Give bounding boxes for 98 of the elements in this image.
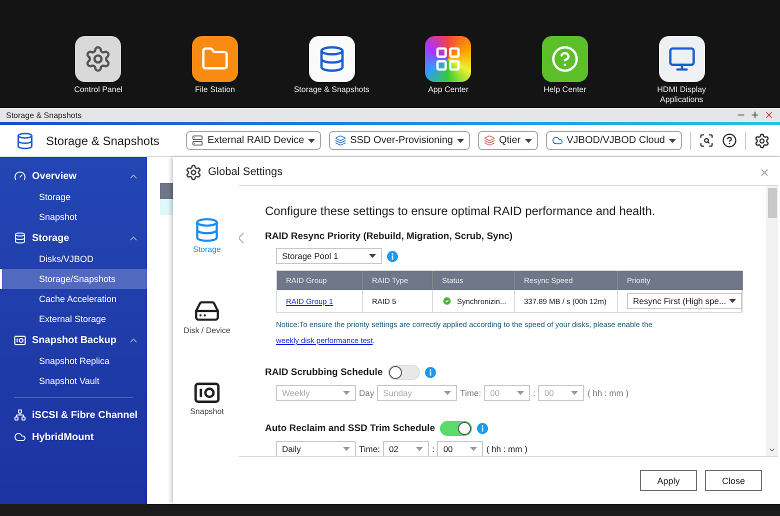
app-title: Storage & Snapshots — [46, 134, 160, 148]
toolbar-dropdown[interactable]: SSD Over-Provisioning — [329, 131, 470, 150]
dialog-button[interactable]: Close — [705, 470, 762, 491]
settings-icon[interactable] — [754, 132, 770, 148]
maximize-icon[interactable] — [750, 110, 760, 120]
caret-icon — [416, 447, 423, 451]
time-format-hint: ( hh : mm ) — [486, 444, 528, 454]
caret-icon — [343, 391, 350, 395]
section-heading: RAID Scrubbing Schedule — [265, 367, 383, 378]
time-label: Time: — [460, 388, 482, 398]
database-icon — [318, 45, 346, 73]
time-format-hint: ( hh : mm ) — [587, 388, 629, 398]
app-tile[interactable] — [308, 36, 355, 82]
intro-text: Configure these settings to ensure optimal RAID performance and health. — [265, 204, 656, 218]
caret-icon — [517, 391, 524, 395]
app-tile[interactable] — [192, 36, 238, 82]
caret-icon — [444, 391, 452, 395]
sidebar-section[interactable]: Storage — [0, 227, 147, 249]
sidebar-item[interactable]: Cache Acceleration — [0, 289, 147, 309]
network-icon — [14, 409, 26, 421]
nav-tab[interactable]: Disk / Device — [177, 298, 237, 335]
chevron-down-icon[interactable] — [768, 446, 776, 454]
toggle-switch[interactable] — [388, 365, 420, 380]
database-icon — [14, 232, 26, 244]
hour-select[interactable]: 02 — [382, 441, 429, 456]
app-tile[interactable] — [75, 36, 122, 82]
gear-icon — [84, 45, 112, 73]
pool-select[interactable]: Storage Pool 1 — [276, 248, 382, 264]
app-tile[interactable] — [425, 36, 472, 82]
sidebar-section[interactable]: Snapshot Backup — [0, 329, 147, 351]
caret-icon — [524, 138, 532, 142]
layers-icon — [484, 135, 495, 146]
sidebar-item[interactable]: Storage — [0, 187, 147, 207]
cloud-icon — [14, 431, 26, 443]
priority-select[interactable]: Resync First (High spe... — [627, 293, 742, 309]
caret-icon — [669, 138, 676, 142]
app-label: HDMI Display Applications — [656, 85, 708, 105]
sidebar-item[interactable]: External Storage — [0, 309, 147, 329]
app-label: File Station — [194, 85, 236, 95]
app-label: Help Center — [542, 85, 588, 95]
toolbar-dropdown[interactable]: Qtier — [478, 131, 538, 150]
section-heading: Auto Reclaim and SSD Trim Schedule — [265, 423, 435, 434]
time-label: Time: — [359, 444, 380, 454]
layers-icon — [335, 135, 346, 146]
scrollbar[interactable] — [766, 186, 778, 456]
day-label: Day — [359, 388, 374, 398]
caret-icon — [571, 391, 578, 395]
time-separator: : — [533, 388, 536, 398]
nav-tab[interactable]: Storage — [177, 217, 237, 254]
app-tile[interactable] — [542, 36, 588, 82]
sidebar-section[interactable]: HybridMount — [0, 426, 147, 448]
info-icon[interactable] — [387, 250, 398, 262]
close-icon[interactable] — [764, 110, 774, 120]
sidebar-item[interactable]: Disks/VJBOD — [0, 249, 147, 269]
app-tile[interactable] — [658, 36, 705, 82]
section-heading: RAID Resync Priority (Rebuild, Migration, Scrub, Sync) — [265, 231, 514, 242]
caret-icon — [456, 138, 464, 142]
nav-tab[interactable]: Snapshot — [177, 379, 237, 416]
scan-search-icon[interactable] — [699, 133, 714, 148]
caret-icon — [470, 447, 478, 451]
info-icon[interactable] — [424, 367, 436, 378]
sidebar-item[interactable]: Snapshot Replica — [0, 351, 147, 371]
caret-icon — [369, 254, 376, 258]
close-icon[interactable] — [759, 166, 770, 178]
caret-icon — [729, 299, 736, 303]
toolbar-dropdown[interactable]: VJBOD/VJBOD Cloud — [546, 131, 682, 150]
cloud-icon — [552, 135, 563, 146]
minute-select[interactable]: 00 — [437, 441, 484, 456]
help-icon[interactable] — [722, 133, 737, 148]
info-icon[interactable] — [476, 423, 488, 434]
time-separator: : — [432, 444, 434, 454]
window-title: Storage & Snapshots — [6, 110, 82, 120]
sidebar-item[interactable]: Storage/Snapshots — [0, 269, 147, 289]
app-label: Control Panel — [73, 85, 124, 95]
sidebar-item[interactable]: Snapshot Vault — [0, 371, 147, 391]
help-icon — [550, 45, 579, 73]
toggle-switch[interactable] — [440, 421, 472, 436]
check-icon — [442, 296, 452, 306]
app-label: App Center — [427, 85, 470, 95]
sidebar-section[interactable]: Overview — [0, 165, 147, 187]
sidebar-item[interactable]: Snapshot — [0, 207, 147, 227]
database-icon — [16, 132, 34, 150]
dialog-button[interactable]: Apply — [640, 470, 697, 491]
gauge-icon — [14, 170, 26, 182]
drive-icon — [192, 135, 204, 146]
grid-icon — [434, 45, 462, 73]
frequency-select[interactable]: Daily — [276, 441, 356, 456]
scrollbar-thumb[interactable] — [768, 188, 776, 218]
caret-icon — [308, 138, 316, 142]
sidebar-section[interactable]: iSCSI & Fibre Channel — [0, 404, 147, 426]
monitor-icon — [668, 45, 696, 73]
camera-frame-icon — [14, 334, 26, 346]
toolbar-dropdown[interactable]: External RAID Device — [186, 131, 322, 150]
caret-icon — [343, 447, 350, 451]
gear-icon — [185, 164, 202, 180]
database-icon — [194, 217, 220, 243]
dialog-title: Global Settings — [208, 166, 284, 178]
app-label: Storage & Snapshots — [292, 85, 370, 95]
